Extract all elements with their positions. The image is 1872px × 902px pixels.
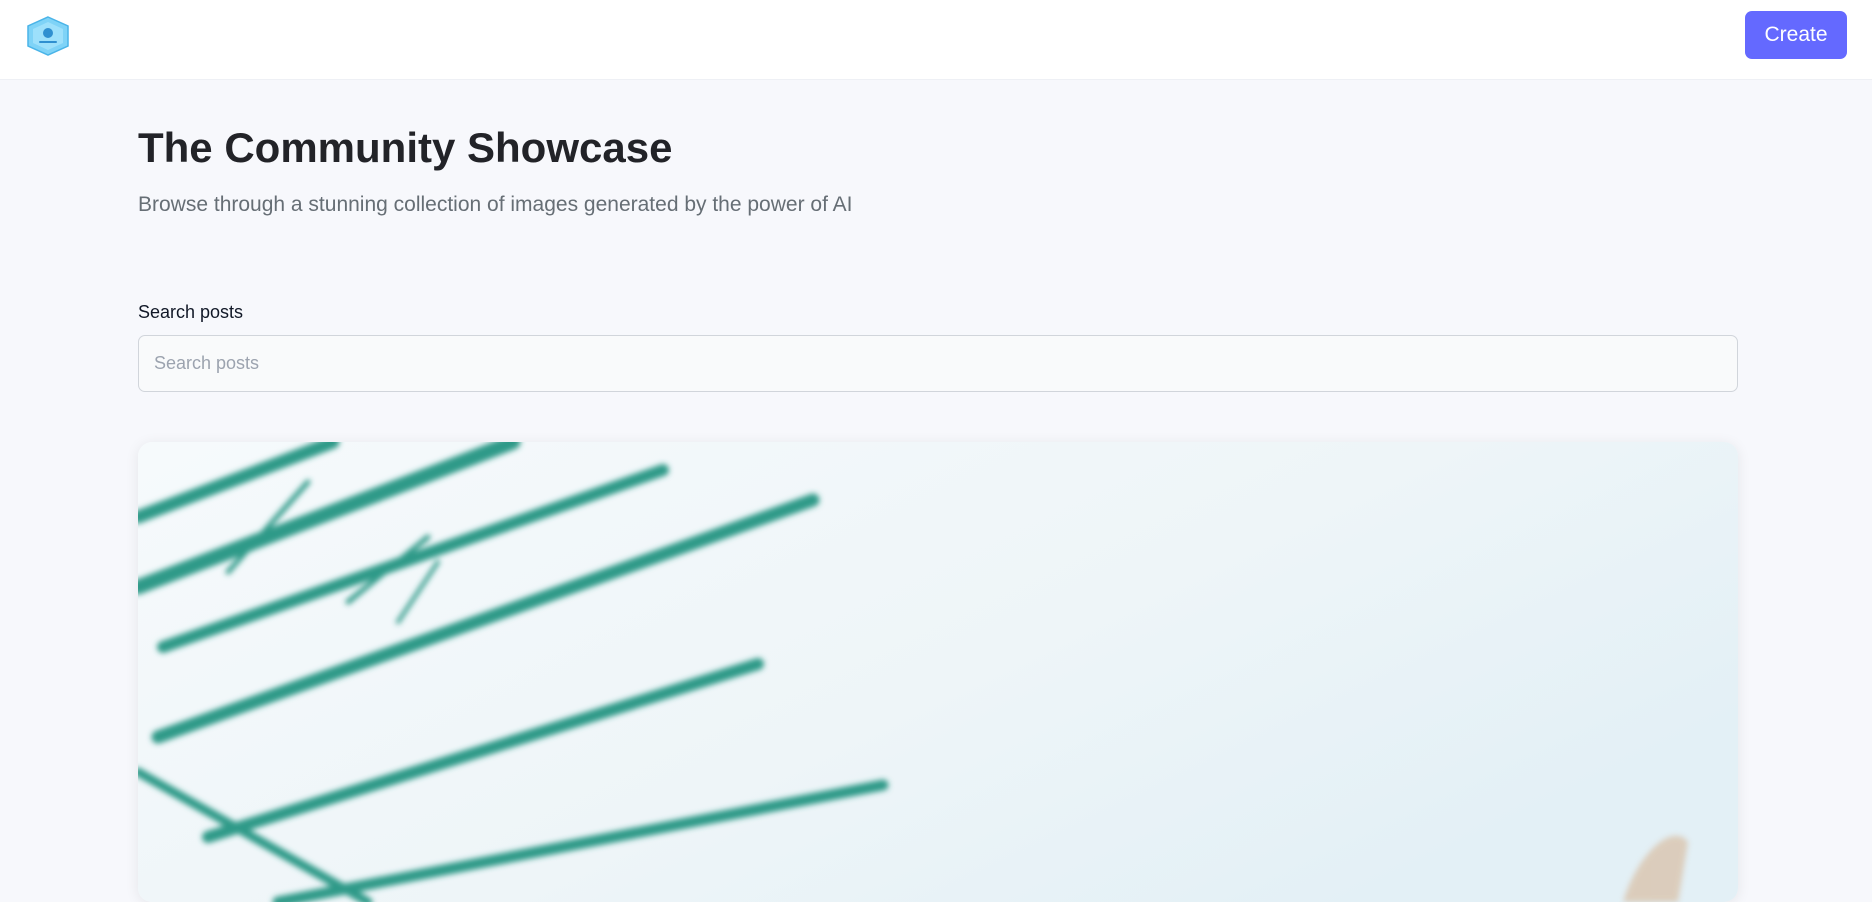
page-subtitle: Browse through a stunning collection of … bbox=[138, 193, 853, 216]
post-image bbox=[138, 442, 1738, 902]
page-title: The Community Showcase bbox=[138, 124, 673, 171]
post-card[interactable] bbox=[138, 442, 1738, 902]
search-label: Search posts bbox=[138, 302, 244, 322]
hexagon-logo-icon[interactable] bbox=[26, 16, 70, 56]
create-button[interactable]: Create bbox=[1745, 11, 1847, 59]
search-input[interactable] bbox=[138, 335, 1738, 392]
top-navbar: Create bbox=[0, 0, 1872, 80]
